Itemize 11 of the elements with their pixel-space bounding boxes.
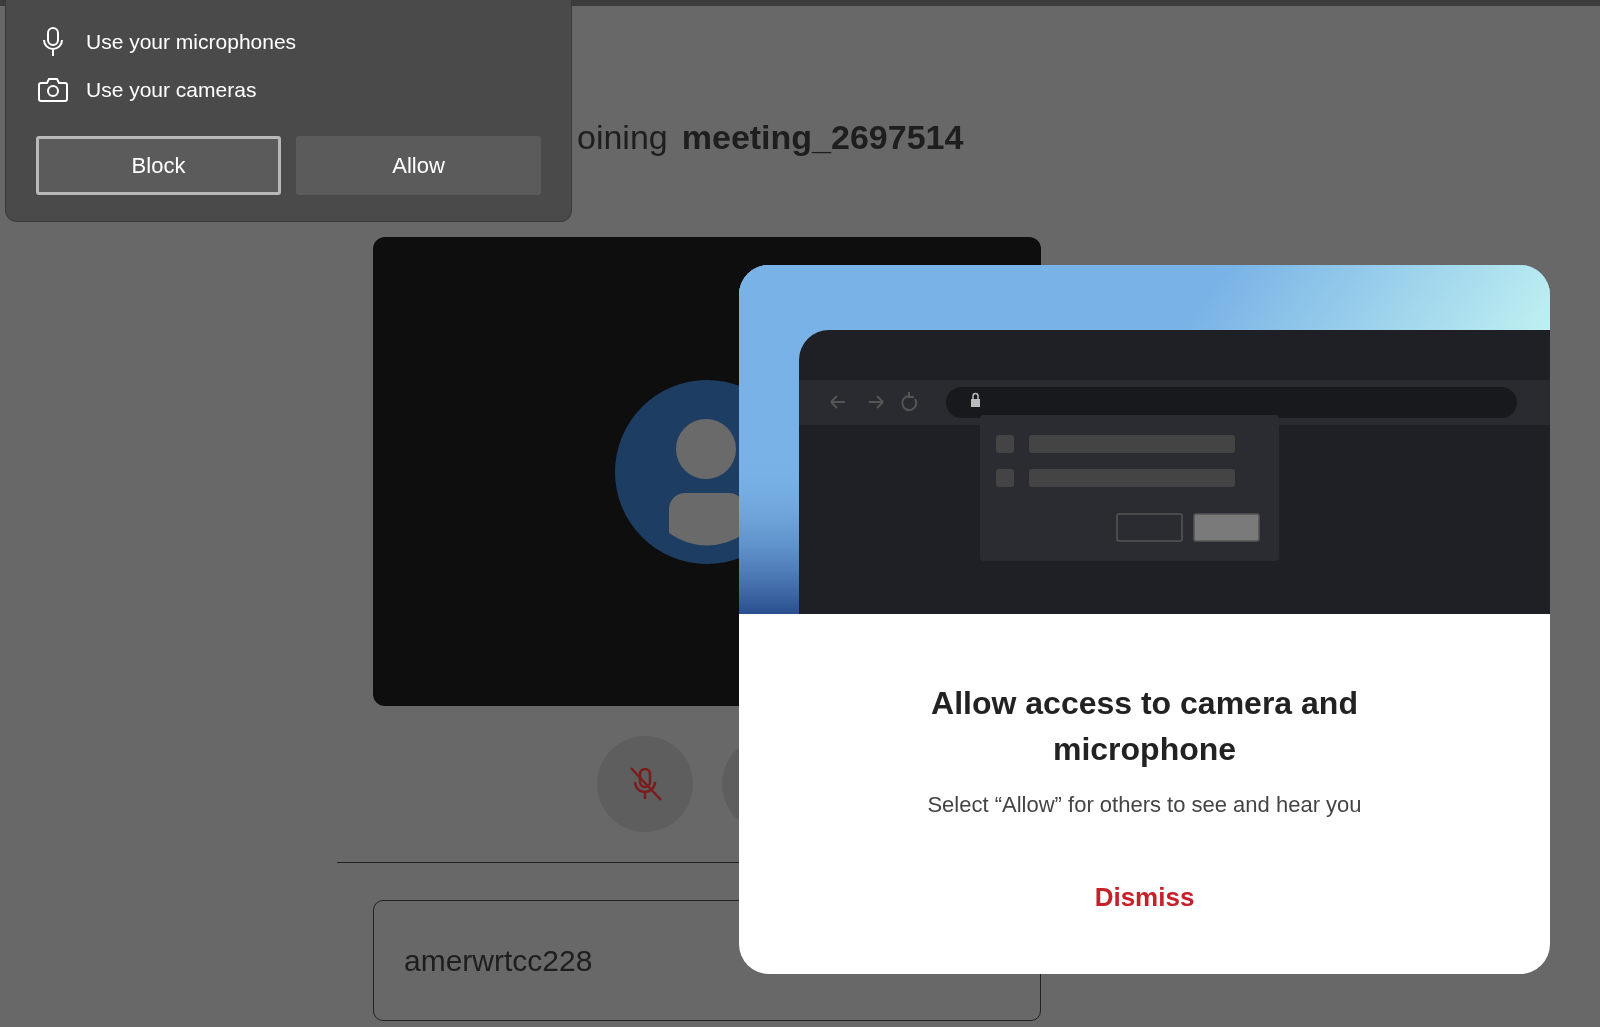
page-heading-prefix: oining <box>577 118 668 158</box>
block-button[interactable]: Block <box>36 136 281 195</box>
permission-label: Use your cameras <box>86 78 257 102</box>
allow-button[interactable]: Allow <box>296 136 541 195</box>
meeting-name: meeting_2697514 <box>681 118 964 158</box>
permission-label: Use your microphones <box>86 30 297 54</box>
modal-subtitle: Select “Allow” for others to see and hear you <box>927 792 1362 818</box>
microphone-icon <box>42 27 64 57</box>
dismiss-link[interactable]: Dismiss <box>1088 880 1201 915</box>
modal-title: Allow access to camera and microphone <box>930 684 1359 769</box>
camera-icon <box>38 76 68 104</box>
